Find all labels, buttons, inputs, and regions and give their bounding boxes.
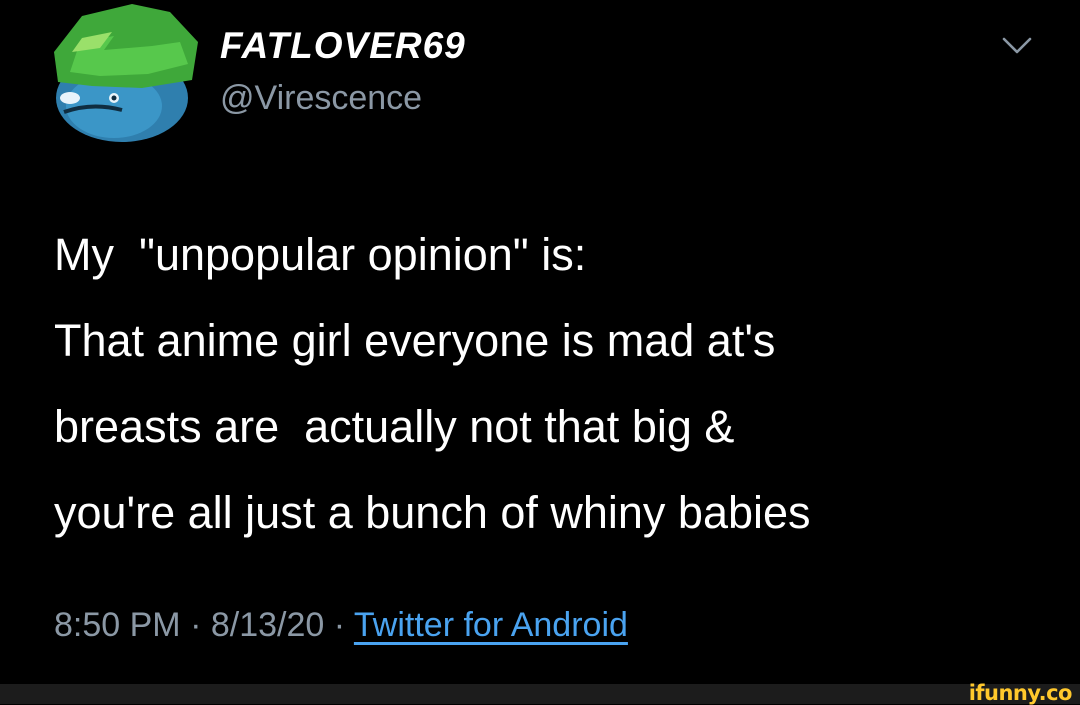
meta-separator: · (324, 606, 354, 644)
tweet-card: FATLOVER69 @Virescence My "unpopular opi… (0, 0, 1080, 684)
tweet-time: 8:50 PM (54, 606, 181, 644)
tweet-line: My "unpopular opinion" is: (54, 229, 587, 280)
tweet-line: That anime girl everyone is mad at's (54, 315, 776, 366)
user-handle[interactable]: @Virescence (220, 76, 422, 120)
meta-separator: · (180, 606, 211, 644)
ifunny-watermark: ifunny.co (968, 681, 1073, 705)
tweet-source-link[interactable]: Twitter for Android (354, 606, 628, 644)
footer-bar (0, 684, 1080, 704)
display-name[interactable]: FATLOVER69 (220, 22, 466, 70)
tweet-line: breasts are actually not that big & (54, 401, 735, 452)
avatar-pupil (111, 95, 117, 101)
tweet-text: My "unpopular opinion" is: That anime gi… (54, 212, 1064, 556)
avatar-eye (60, 92, 80, 104)
tweet-line: you're all just a bunch of whiny babies (54, 487, 811, 538)
tweet-metadata: 8:50 PM · 8/13/20 · Twitter for Android (54, 600, 628, 650)
tweet-date: 8/13/20 (210, 606, 325, 644)
avatar[interactable] (52, 2, 198, 144)
chevron-down-icon[interactable] (1000, 32, 1034, 58)
